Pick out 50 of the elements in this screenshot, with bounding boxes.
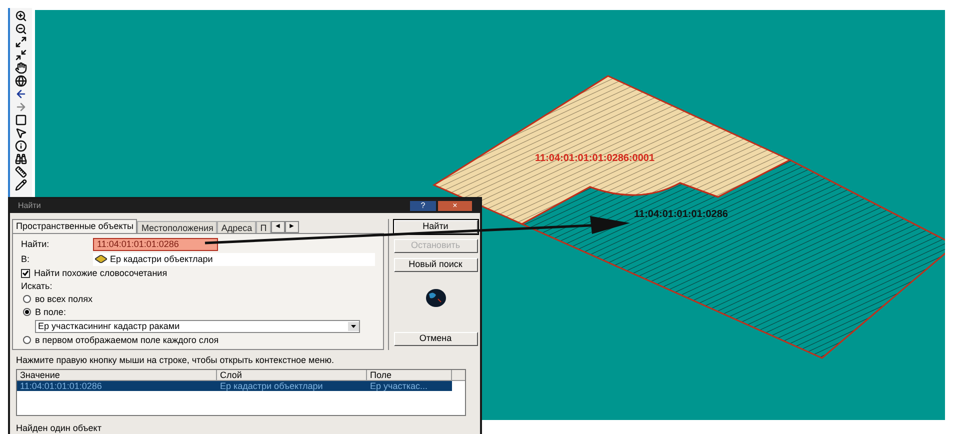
field-dropdown[interactable]: Ер участкасининг кадастр раками [35, 320, 360, 333]
radio-label: в первом отображаемом поле каждого слоя [35, 334, 219, 346]
radio-label: во всех полях [35, 294, 92, 305]
column-header[interactable]: Слой [217, 370, 367, 380]
dialog-button[interactable]: Отмена [394, 332, 478, 346]
close-button[interactable]: × [438, 200, 472, 211]
binoculars-icon[interactable] [15, 153, 27, 165]
tab[interactable]: Пространственные объекты [12, 218, 138, 233]
pointer-icon[interactable] [15, 127, 27, 139]
layer-icon [95, 255, 107, 264]
back-arrow-icon[interactable] [15, 88, 27, 100]
dialog-button[interactable]: Новый поиск [394, 258, 478, 272]
rectangle-icon[interactable] [15, 114, 27, 126]
globe-icon[interactable] [15, 75, 27, 87]
tab[interactable]: Местоположения [137, 220, 218, 233]
zoom-in-icon[interactable] [15, 10, 27, 22]
hand-icon[interactable] [15, 62, 27, 74]
column-header[interactable]: Поле [367, 370, 452, 380]
window-title: Найти [18, 200, 41, 212]
zoom-out-icon[interactable] [15, 23, 27, 35]
table-cell-text: Ер кадастри объектлари [219, 381, 324, 392]
expand-icon[interactable] [15, 36, 27, 48]
shrink-icon[interactable] [15, 49, 27, 61]
tab[interactable]: Адреса [217, 220, 256, 233]
column-header[interactable]: Значение [17, 370, 217, 380]
pencil-icon[interactable] [15, 179, 27, 191]
radio-button[interactable] [23, 308, 31, 316]
table-cell-text: Ер участкас... [369, 381, 428, 392]
parcel-label: 11:04:01:01:01:0286:0001 [535, 153, 655, 165]
dropdown-arrow-icon [348, 322, 359, 331]
field-label: Найти: [21, 238, 50, 250]
checkbox-label: Найти похожие словосочетания [34, 268, 168, 279]
status-text: Найден один объект [15, 422, 102, 434]
globe-icon [426, 288, 446, 307]
find-input[interactable]: 11:04:01:01:01:0286 [93, 238, 218, 251]
layer-dropdown[interactable]: Ер кадастри объектлари [93, 252, 375, 266]
tab[interactable]: П [256, 220, 271, 233]
checkbox[interactable] [21, 268, 30, 278]
group-label: Искать: [21, 280, 54, 292]
hint-text: Нажмите правую кнопку мыши на строке, чтобы открыть контекстное меню. [15, 354, 335, 367]
result-row[interactable]: 11:04:01:01:01:0286 Ер кадастри объектлари Ер участкас... [17, 381, 452, 392]
table-cell-text: 11:04:01:01:01:0286 [19, 381, 103, 392]
field-label: В: [21, 254, 31, 265]
info-icon[interactable] [15, 140, 27, 152]
radio-button[interactable] [23, 295, 31, 304]
ruler-icon[interactable] [15, 166, 27, 178]
check-icon [22, 270, 29, 277]
radio-button[interactable] [23, 336, 31, 344]
help-button[interactable]: ? [410, 200, 436, 211]
radio-label: В поле: [35, 306, 66, 318]
